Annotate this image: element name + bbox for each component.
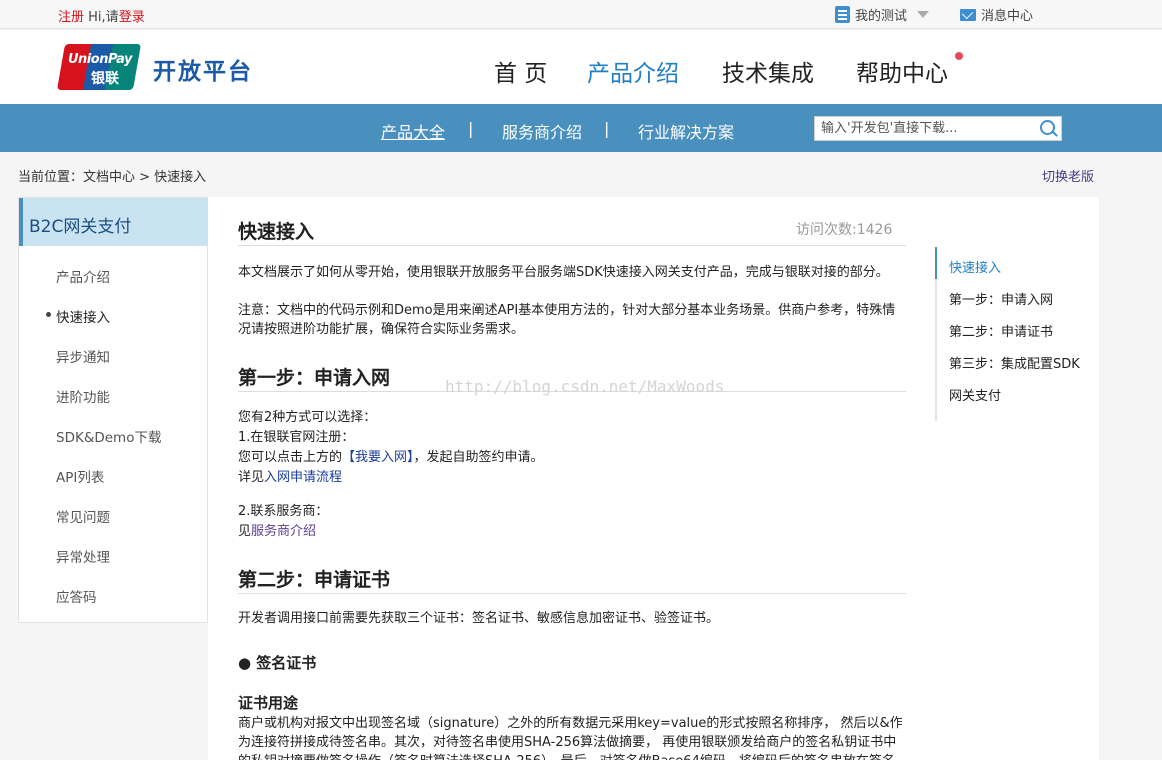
join-network-link[interactable]: 【我要入网】 [342, 450, 414, 465]
logo-cn-text: 银联 [91, 71, 119, 87]
sidebar-item-quick-start[interactable]: 快速接入 [56, 306, 110, 326]
subnav-separator: | [468, 119, 474, 138]
nav-help[interactable]: 帮助中心 [856, 54, 948, 88]
step2-line: 开发者调用接口前需要先获取三个证书：签名证书、敏感信息加密证书、验签证书。 [238, 611, 720, 626]
step1-text: 详见 [238, 470, 265, 485]
divider [238, 593, 906, 594]
sidebar-item-intro[interactable]: 产品介绍 [56, 266, 110, 286]
search-icon[interactable] [1038, 119, 1058, 139]
toc-item-quick-start[interactable]: 快速接入 [949, 257, 1001, 276]
search-box [814, 116, 1062, 141]
my-test-label: 我的测试 [855, 9, 908, 24]
sidebar-item-exceptions[interactable]: 异常处理 [56, 546, 110, 566]
step1-line: 1.在银联官网注册： [238, 430, 355, 445]
greeting-text: Hi,请 [88, 10, 119, 25]
mail-icon [960, 8, 976, 21]
login-link[interactable]: 登录 [119, 10, 145, 25]
brand-title: 开放平台 [153, 59, 253, 85]
sidebar-title-text: B2C网关支付 [29, 217, 132, 237]
sidebar-item-async-notify[interactable]: 异步通知 [56, 346, 110, 366]
table-of-contents: 快速接入 第一步：申请入网 第二步：申请证书 第三步：集成配置SDK 网关支付 [935, 247, 1095, 421]
sidebar-title: B2C网关支付 [19, 198, 208, 246]
step1-text: ，发起自助签约申请。 [413, 450, 544, 465]
divider [238, 245, 906, 246]
sidebar-item-sdk-demo[interactable]: SDK&Demo下载 [56, 426, 161, 446]
step2-heading: 第二步：申请证书 [238, 569, 391, 591]
watermark-text: http://blog.csdn.net/MaxWoods [445, 377, 725, 396]
top-utility-bar: 注册 Hi,请登录 我的测试 消息中心 [0, 0, 1162, 29]
sidebar-item-faq[interactable]: 常见问题 [56, 506, 110, 526]
subnav-products-all[interactable]: 产品大全 [381, 119, 445, 143]
sub-navigation: 产品大全 | 服务商介绍 | 行业解决方案 [0, 104, 1162, 152]
nav-integration[interactable]: 技术集成 [722, 54, 814, 88]
toc-item-step1[interactable]: 第一步：申请入网 [949, 289, 1053, 308]
toc-item-gateway-pay[interactable]: 网关支付 [949, 385, 1001, 404]
sidebar-item-response-codes[interactable]: 应答码 [56, 586, 97, 606]
subnav-solutions[interactable]: 行业解决方案 [638, 119, 734, 143]
step1-line: 见服务商介绍 [238, 522, 906, 541]
notification-dot [955, 52, 963, 60]
site-header: UnionPay 银联 开放平台 首 页 产品介绍 技术集成 帮助中心 [0, 30, 1162, 104]
provider-intro-link[interactable]: 服务商介绍 [251, 524, 316, 539]
sign-cert-heading: ● 签名证书 [238, 654, 317, 672]
application-process-link[interactable]: 入网申请流程 [264, 470, 342, 485]
sidebar-item-api-list[interactable]: API列表 [56, 466, 104, 486]
switch-old-version-link[interactable]: 切换老版 [1042, 166, 1094, 185]
sidebar-item-advanced[interactable]: 进阶功能 [56, 386, 110, 406]
step1-line: 详见入网申请流程 [238, 468, 906, 487]
my-test-menu[interactable]: 我的测试 [835, 5, 930, 24]
subnav-separator: | [604, 119, 610, 138]
page-title: 快速接入 [238, 221, 315, 243]
toc-item-step3[interactable]: 第三步：集成配置SDK [949, 353, 1080, 372]
list-icon [835, 6, 850, 23]
step1-heading: 第一步：申请入网 [238, 367, 391, 389]
step1-line: 2.联系服务商： [238, 504, 329, 519]
message-center-link[interactable]: 消息中心 [960, 5, 1033, 24]
intro-paragraph: 本文档展示了如何从零开始，使用银联开放服务平台服务端SDK快速接入网关支付产品，… [238, 265, 889, 280]
step1-line: 您有2种方式可以选择： [238, 410, 377, 425]
subnav-providers[interactable]: 服务商介绍 [502, 119, 582, 143]
breadcrumb: 当前位置：文档中心 > 快速接入 [18, 170, 207, 185]
nav-home[interactable]: 首 页 [494, 54, 547, 88]
unionpay-logo[interactable]: UnionPay 银联 [56, 44, 142, 90]
note-paragraph: 注意：文档中的代码示例和Demo是用来阐述API基本使用方法的，针对大部分基本业… [238, 303, 896, 337]
cert-usage-heading: 证书用途 [238, 694, 299, 712]
step1-line: 您可以点击上方的【我要入网】，发起自助签约申请。 [238, 448, 906, 467]
toc-item-step2[interactable]: 第二步：申请证书 [949, 321, 1053, 340]
logo-text: UnionPay [68, 52, 133, 67]
chevron-down-icon[interactable] [917, 11, 930, 18]
current-item-bullet-icon [46, 312, 51, 317]
left-sidebar: B2C网关支付 产品介绍 快速接入 异步通知 进阶功能 SDK&Demo下载 A… [18, 197, 208, 623]
search-input[interactable] [815, 117, 1035, 140]
cert-usage-paragraph: 商户或机构对报文中出现签名域（signature）之外的所有数据元采用key=v… [238, 716, 903, 760]
step1-text: 您可以点击上方的 [238, 450, 343, 465]
main-content: 快速接入 访问次数:1426 本文档展示了如何从零开始，使用银联开放服务平台服务… [208, 197, 1099, 760]
visit-count: 访问次数:1426 [796, 222, 893, 238]
login-area: 注册 Hi,请登录 [58, 6, 145, 25]
message-center-label: 消息中心 [981, 9, 1034, 24]
nav-products[interactable]: 产品介绍 [587, 54, 679, 88]
register-link[interactable]: 注册 [58, 10, 84, 25]
toc-active-indicator [935, 247, 937, 279]
step1-text: 见 [238, 524, 252, 539]
